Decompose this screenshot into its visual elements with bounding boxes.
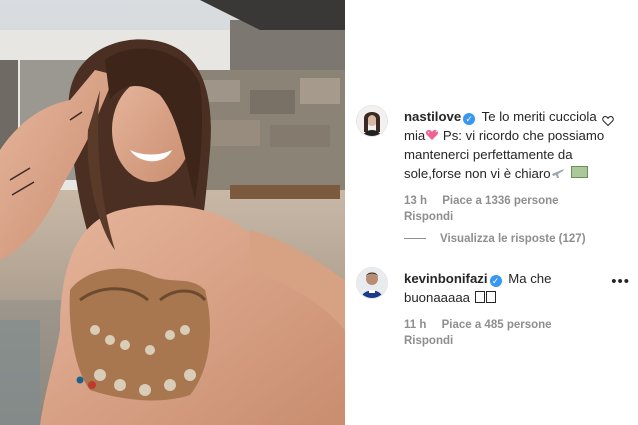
airplane-icon [551,169,564,178]
comments-panel: nastilove ✓ Te lo meriti cucciola mia Ps:… [346,0,638,425]
post-photo [0,0,345,425]
view-replies-button[interactable]: Visualizza le risposte (127) [404,233,586,245]
divider [404,238,426,239]
comment-time[interactable]: 11 h [404,319,426,331]
avatar[interactable] [356,105,388,137]
comment-username[interactable]: kevinbonifazi [404,271,488,286]
more-options-icon[interactable]: ••• [611,273,630,290]
comment-text: kevinbonifazi ✓ Ma che buonaaaaa [404,269,614,307]
avatar[interactable] [356,267,388,299]
comment-meta: 13 h Piace a 1336 persone [404,195,559,207]
comment-meta: 11 h Piace a 485 persone [404,319,552,331]
verified-icon: ✓ [463,113,476,125]
comment-text: nastilove ✓ Te lo meriti cucciola mia Ps:… [404,107,614,183]
unrendered-glyph-icon [474,291,485,303]
verified-icon: ✓ [489,275,502,287]
heart-icon[interactable] [602,115,614,127]
unrendered-glyph-icon [485,291,496,303]
money-icon [570,166,588,178]
comment-username[interactable]: nastilove [404,109,461,124]
reply-button[interactable]: Rispondi [404,335,453,347]
reply-button[interactable]: Rispondi [404,211,453,223]
comment-time[interactable]: 13 h [404,195,427,207]
view-replies-label: Visualizza le risposte (127) [440,233,586,245]
comment-likes[interactable]: Piace a 485 persone [442,319,552,331]
sparkling-heart-icon [426,130,439,140]
comment-likes[interactable]: Piace a 1336 persone [442,195,558,207]
